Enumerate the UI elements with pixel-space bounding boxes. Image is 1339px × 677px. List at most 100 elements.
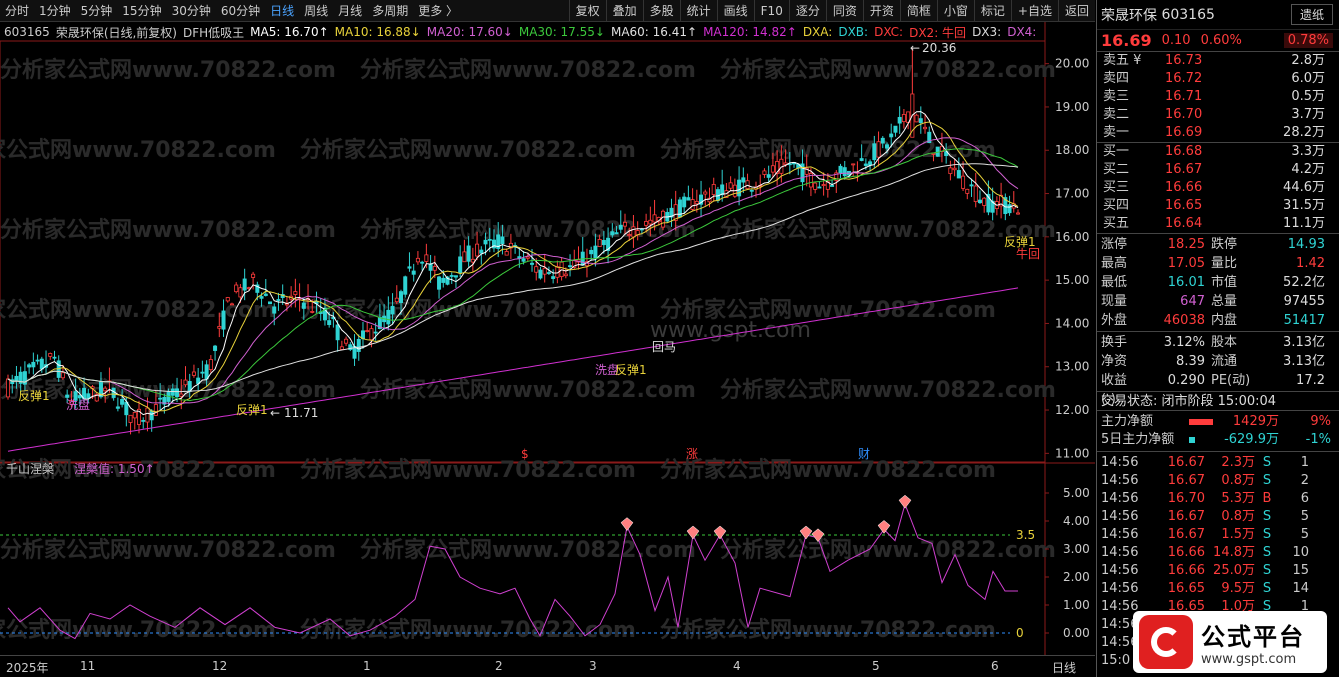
watermark-text: 分析家公式网www.70822.com bbox=[360, 537, 696, 563]
last-price: 16.69 bbox=[1101, 31, 1152, 50]
buy-row: 买三 16.66 44.6万 bbox=[1097, 179, 1339, 197]
stat-value: 14.93 bbox=[1287, 237, 1325, 252]
signal-label: 反弹1 bbox=[236, 403, 268, 417]
watermark-text: 分析家公式网www.70822.com bbox=[660, 617, 996, 643]
sell-row: 卖三 16.71 0.5万 bbox=[1097, 88, 1339, 106]
stat-value: 1.42 bbox=[1296, 256, 1325, 271]
period-tab-10[interactable]: 更多 〉 bbox=[413, 2, 463, 19]
buy-label: 买四 bbox=[1103, 198, 1130, 213]
candle-body bbox=[483, 239, 488, 245]
candle-body bbox=[208, 359, 213, 371]
period-tab-6[interactable]: 日线 bbox=[265, 2, 299, 19]
candle-body bbox=[500, 236, 505, 245]
flow-label: 主力净额 bbox=[1101, 414, 1154, 429]
candle-body bbox=[534, 266, 539, 273]
tool-button-8[interactable]: 开资 bbox=[862, 0, 900, 22]
stat-key: 跌停 bbox=[1211, 237, 1238, 252]
tick-count: 10 bbox=[1292, 545, 1309, 560]
candle-body bbox=[479, 249, 484, 254]
candle-body bbox=[399, 291, 404, 304]
stat-key: 换手 bbox=[1101, 335, 1128, 350]
tick-count: 1 bbox=[1300, 455, 1309, 470]
tick-side: S bbox=[1262, 509, 1272, 524]
tool-button-10[interactable]: 小窗 bbox=[936, 0, 974, 22]
tick-time: 14:56 bbox=[1101, 473, 1139, 488]
level-0-label: 0 bbox=[1016, 626, 1024, 640]
candle-body bbox=[749, 189, 754, 192]
candle-body bbox=[470, 258, 475, 263]
price-tick-label: 18.00 bbox=[1055, 143, 1089, 157]
watermark-text: 分析家公式网www.70822.com bbox=[0, 137, 276, 163]
legend-indicator[interactable]: DFH低吸王 bbox=[183, 24, 244, 41]
sell-volume: 2.8万 bbox=[1291, 53, 1325, 68]
tool-button-4[interactable]: 画线 bbox=[716, 0, 754, 22]
tick-time: 14:56 bbox=[1101, 545, 1139, 560]
candle-body bbox=[859, 158, 864, 161]
period-tab-9[interactable]: 多周期 bbox=[367, 2, 413, 19]
stat-key: 总量 bbox=[1211, 294, 1238, 309]
candle-body bbox=[817, 186, 822, 189]
candle-body bbox=[538, 269, 543, 279]
price-tick-label: 12.00 bbox=[1055, 403, 1089, 417]
high-arrow: ← bbox=[910, 41, 920, 55]
remark-button[interactable]: 遗纸 bbox=[1290, 4, 1333, 25]
tool-button-2[interactable]: 多股 bbox=[642, 0, 680, 22]
tool-button-0[interactable]: 复权 bbox=[568, 0, 606, 22]
legend-dx4: DX4: bbox=[1007, 25, 1037, 39]
tick-count: 5 bbox=[1300, 509, 1309, 524]
stats-grid: 涨停 18.25 跌停 14.93 最高 17.05 量比 1.42 最低 16.01 市值 52.2… bbox=[1097, 234, 1339, 332]
watermark-text: 分析家公式网www.70822.com bbox=[0, 537, 336, 563]
logo-url: www.gspt.com bbox=[1201, 652, 1297, 667]
stat-row: 收益(-) 0.290 PE(动) 17.2 bbox=[1097, 371, 1339, 407]
sell-label: 卖五 ¥ bbox=[1103, 53, 1142, 68]
candle-body bbox=[770, 165, 775, 173]
period-button[interactable]: 日线 bbox=[1052, 659, 1076, 676]
event-marker-zhang: 涨 bbox=[686, 446, 698, 461]
stat-value: 97455 bbox=[1283, 294, 1325, 309]
tool-button-6[interactable]: 逐分 bbox=[788, 0, 826, 22]
axis-label-year: 2025年 bbox=[6, 661, 49, 675]
price-tick-label: 11.00 bbox=[1055, 446, 1089, 460]
candle-body bbox=[901, 114, 906, 123]
period-tab-5[interactable]: 60分钟 bbox=[216, 2, 265, 19]
candle-body bbox=[310, 311, 315, 313]
sell-volume: 28.2万 bbox=[1283, 125, 1325, 140]
kline-chart[interactable]: 分析家公式网www.70822.com 分析家公式网www.70822.com 分析… bbox=[0, 22, 1095, 655]
period-tab-3[interactable]: 15分钟 bbox=[117, 2, 166, 19]
period-tab-2[interactable]: 5分钟 bbox=[76, 2, 118, 19]
tick-time: 14:56 bbox=[1101, 527, 1139, 542]
tool-button-3[interactable]: 统计 bbox=[679, 0, 717, 22]
tool-button-7[interactable]: 同资 bbox=[825, 0, 863, 22]
signal-diamond-icon bbox=[620, 517, 634, 532]
flow-pct: 9% bbox=[1310, 414, 1331, 429]
stat-key: 股本 bbox=[1211, 335, 1238, 350]
tool-button-1[interactable]: 叠加 bbox=[605, 0, 643, 22]
candle-body bbox=[631, 226, 636, 238]
tool-button-12[interactable]: +自选 bbox=[1010, 0, 1058, 22]
period-tab-0[interactable]: 分时 bbox=[0, 2, 34, 19]
period-tab-7[interactable]: 周线 bbox=[299, 2, 333, 19]
period-tab-8[interactable]: 月线 bbox=[333, 2, 367, 19]
period-tab-1[interactable]: 1分钟 bbox=[34, 2, 76, 19]
buy-volume: 3.3万 bbox=[1291, 144, 1325, 159]
tool-button-13[interactable]: 返回 bbox=[1057, 0, 1095, 22]
candle-body bbox=[153, 404, 158, 416]
chart-svg[interactable]: 分析家公式网www.70822.com 分析家公式网www.70822.com 分析… bbox=[0, 22, 1095, 655]
candle-body bbox=[593, 245, 598, 258]
tool-button-11[interactable]: 标记 bbox=[973, 0, 1011, 22]
tool-button-9[interactable]: 简框 bbox=[899, 0, 937, 22]
sell-label: 卖一 bbox=[1103, 125, 1130, 140]
period-tab-4[interactable]: 30分钟 bbox=[167, 2, 216, 19]
watermark-text: 分析家公式网www.70822.com bbox=[720, 537, 1056, 563]
sell-price: 16.70 bbox=[1165, 107, 1203, 122]
candle-body bbox=[213, 345, 218, 351]
watermark-text: 分析家公式网www.70822.com bbox=[0, 617, 276, 643]
axis-label-jun: 6 bbox=[991, 659, 999, 673]
flow-value: -629.9万 bbox=[1224, 432, 1279, 447]
candle-body bbox=[145, 407, 150, 423]
candle-body bbox=[293, 291, 298, 296]
candle-body bbox=[504, 251, 509, 256]
event-marker-cai: 财 bbox=[858, 447, 870, 461]
candle-body bbox=[373, 331, 378, 334]
tool-button-5[interactable]: F10 bbox=[753, 0, 789, 22]
